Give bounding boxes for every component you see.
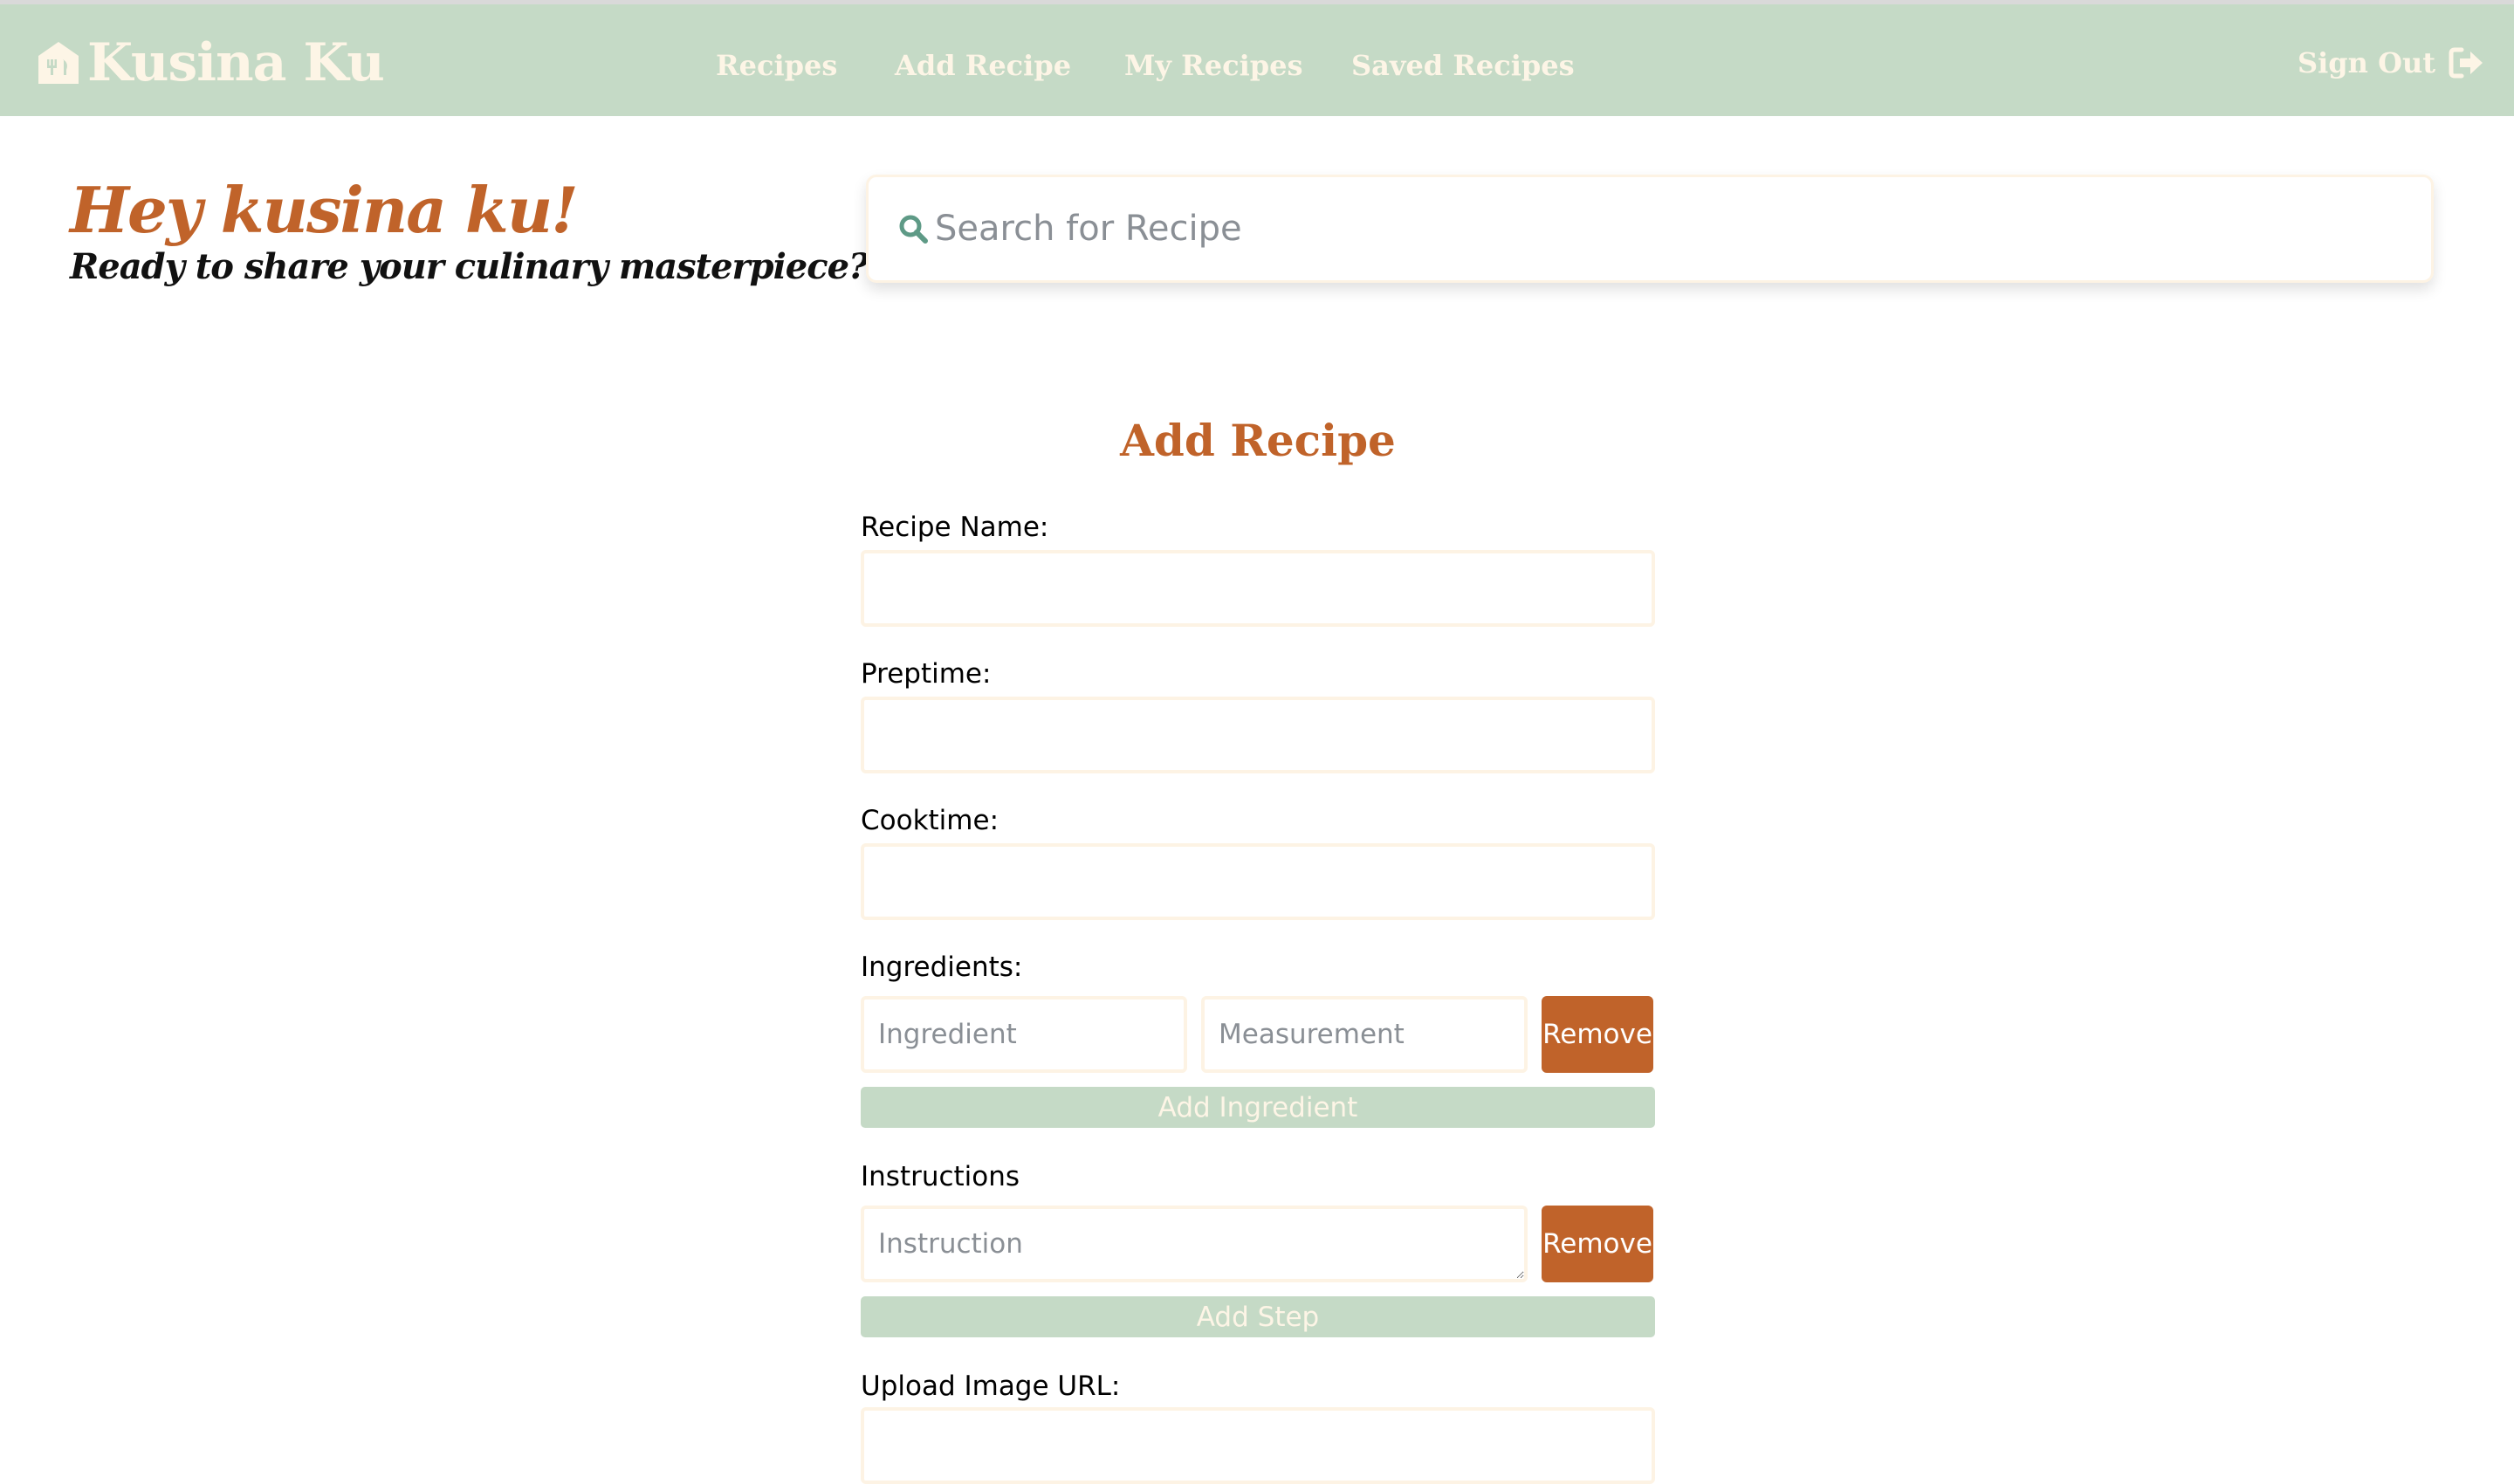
nav-link-recipes[interactable]: Recipes: [716, 48, 837, 83]
greeting-heading: Hey kusina ku!: [70, 173, 579, 247]
nav-link-add-recipe[interactable]: Add Recipe: [895, 48, 1071, 83]
sign-out-link[interactable]: Sign Out: [2298, 46, 2484, 79]
brand-logo-link[interactable]: Kusina Ku: [37, 32, 385, 93]
remove-instruction-button[interactable]: Remove: [1542, 1206, 1653, 1282]
recipe-name-input[interactable]: [861, 550, 1655, 627]
ingredients-label: Ingredients:: [861, 952, 1023, 983]
home-utensils-icon: [38, 42, 79, 84]
instruction-textarea[interactable]: [861, 1206, 1528, 1282]
sign-out-icon: [2449, 47, 2483, 79]
cooktime-label: Cooktime:: [861, 805, 999, 836]
add-ingredient-button[interactable]: Add Ingredient: [861, 1087, 1655, 1128]
preptime-label: Preptime:: [861, 658, 992, 690]
cooktime-input[interactable]: [861, 843, 1655, 920]
instructions-label: Instructions: [861, 1161, 1020, 1192]
ingredient-input[interactable]: [861, 996, 1187, 1073]
image-url-input[interactable]: [861, 1407, 1655, 1484]
search-bar: [866, 175, 2434, 283]
brand-name: Kusina Ku: [87, 32, 385, 93]
search-icon: [899, 215, 928, 244]
nav-link-saved-recipes[interactable]: Saved Recipes: [1351, 48, 1575, 83]
greeting-subtitle: Ready to share your culinary masterpiece…: [70, 246, 869, 287]
recipe-name-label: Recipe Name:: [861, 512, 1049, 543]
add-recipe-title: Add Recipe: [1120, 415, 1396, 466]
add-step-button[interactable]: Add Step: [861, 1296, 1655, 1337]
sign-out-label: Sign Out: [2298, 46, 2435, 79]
measurement-input[interactable]: [1201, 996, 1528, 1073]
preptime-input[interactable]: [861, 697, 1655, 773]
navbar: Kusina Ku Recipes Add Recipe My Recipes …: [0, 4, 2514, 116]
image-url-label: Upload Image URL:: [861, 1371, 1121, 1402]
search-input[interactable]: [935, 203, 2332, 255]
remove-ingredient-button[interactable]: Remove: [1542, 996, 1653, 1073]
nav-link-my-recipes[interactable]: My Recipes: [1124, 48, 1303, 83]
